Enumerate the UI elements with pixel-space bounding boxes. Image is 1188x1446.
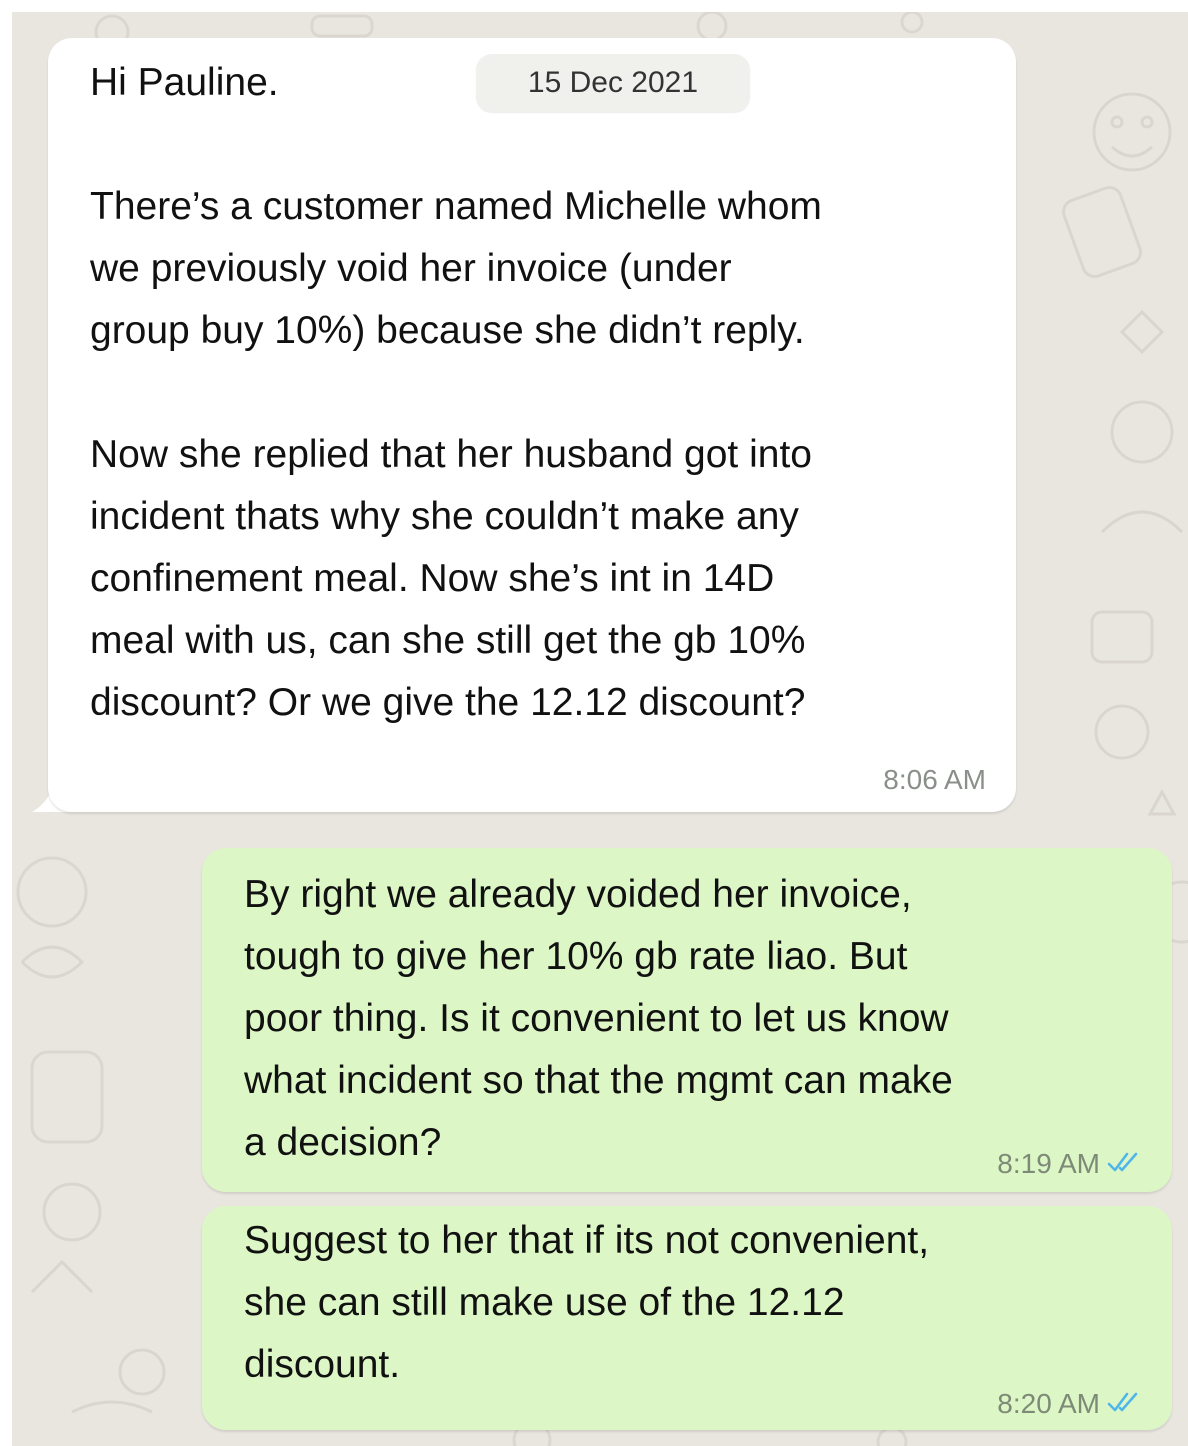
incoming-message-bubble[interactable]: Hi Pauline. There’s a customer named Mic… — [48, 38, 1016, 812]
incoming-message-text: Hi Pauline. There’s a customer named Mic… — [90, 61, 822, 724]
date-separator: 15 Dec 2021 — [476, 54, 750, 112]
outgoing-message-time: 8:19 AM — [997, 1148, 1100, 1179]
double-check-read-icon — [1107, 1392, 1138, 1412]
incoming-message-time: 8:06 AM — [883, 764, 986, 795]
outgoing-message-text: Suggest to her that if its not convenien… — [244, 1219, 930, 1386]
outgoing-message-time: 8:20 AM — [997, 1388, 1100, 1419]
outgoing-message-text: By right we already voided her invoice, … — [244, 873, 953, 1164]
outgoing-message-bubble[interactable]: By right we already voided her invoice, … — [202, 848, 1172, 1192]
chat-area[interactable]: Hi Pauline. There’s a customer named Mic… — [12, 12, 1188, 1446]
double-check-read-icon — [1107, 1152, 1138, 1172]
outgoing-message-bubble[interactable]: Suggest to her that if its not convenien… — [202, 1206, 1172, 1430]
